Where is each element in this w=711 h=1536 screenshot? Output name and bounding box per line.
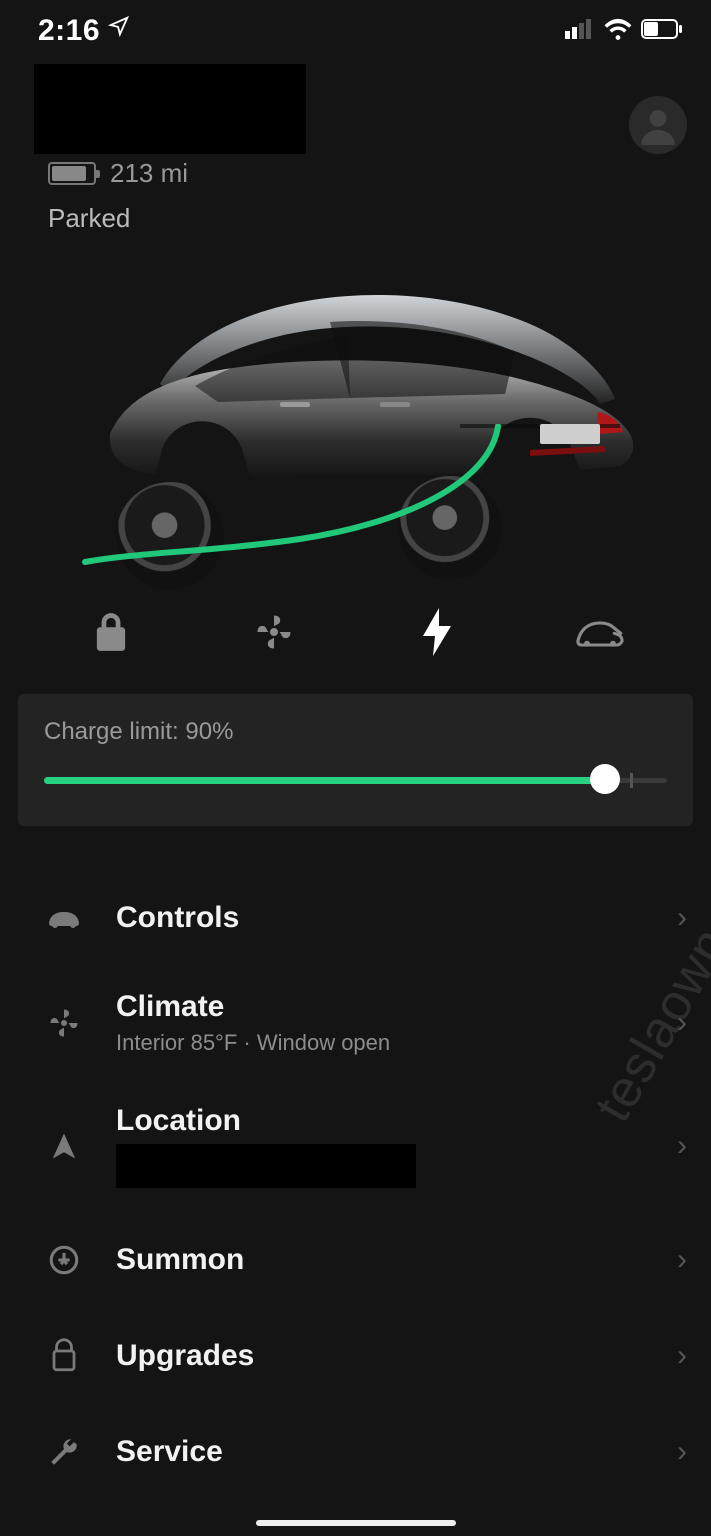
frunk-button[interactable] bbox=[570, 602, 630, 662]
climate-icon bbox=[40, 1005, 88, 1041]
fan-button[interactable] bbox=[244, 602, 304, 662]
chevron-right-icon: › bbox=[677, 1129, 687, 1163]
menu-item-location[interactable]: Location› bbox=[0, 1080, 711, 1212]
vehicle-state: Parked bbox=[48, 203, 687, 234]
menu-item-controls[interactable]: Controls› bbox=[0, 870, 711, 966]
location-services-icon bbox=[108, 15, 130, 43]
profile-avatar[interactable] bbox=[629, 96, 687, 154]
chevron-right-icon: › bbox=[677, 1339, 687, 1373]
chevron-right-icon: › bbox=[677, 901, 687, 935]
summon-icon bbox=[40, 1243, 88, 1277]
charge-button[interactable] bbox=[407, 602, 467, 662]
cellular-signal-icon bbox=[565, 19, 595, 44]
menu-title: Climate bbox=[116, 990, 677, 1024]
range-text: 213 mi bbox=[110, 158, 188, 189]
car-body-icon bbox=[100, 274, 640, 504]
rear-wheel-icon bbox=[398, 476, 502, 580]
home-indicator[interactable] bbox=[256, 1520, 456, 1526]
quick-actions bbox=[0, 594, 711, 694]
controls-icon bbox=[40, 905, 88, 931]
menu-title: Upgrades bbox=[116, 1339, 677, 1373]
vehicle-image bbox=[20, 264, 691, 584]
wifi-icon bbox=[603, 18, 633, 45]
chevron-right-icon: › bbox=[677, 1435, 687, 1469]
charge-limit-card: Charge limit: 90% bbox=[18, 694, 693, 826]
vehicle-name-redacted bbox=[34, 64, 306, 154]
menu-title: Summon bbox=[116, 1243, 677, 1277]
menu-subtitle: Interior 85°F · Window open bbox=[116, 1030, 677, 1056]
service-icon bbox=[40, 1435, 88, 1469]
status-bar: 2:16 bbox=[0, 0, 711, 56]
charge-limit-slider[interactable] bbox=[44, 774, 667, 786]
battery-level-icon bbox=[48, 162, 96, 185]
location-icon bbox=[40, 1129, 88, 1163]
menu-title: Service bbox=[116, 1435, 677, 1469]
vehicle-header: 213 mi Parked bbox=[0, 56, 711, 234]
chevron-right-icon: › bbox=[677, 1243, 687, 1277]
status-time: 2:16 bbox=[38, 14, 100, 48]
battery-status-icon bbox=[641, 19, 683, 44]
chevron-right-icon: › bbox=[677, 1006, 687, 1040]
menu-item-climate[interactable]: Climate Interior 85°F · Window open› bbox=[0, 966, 711, 1080]
menu-item-service[interactable]: Service› bbox=[0, 1404, 711, 1500]
lock-button[interactable] bbox=[81, 602, 141, 662]
upgrades-icon bbox=[40, 1338, 88, 1374]
menu-title: Controls bbox=[116, 901, 677, 935]
menu-sub-redacted bbox=[116, 1144, 416, 1188]
front-wheel-icon bbox=[116, 482, 224, 590]
menu-item-upgrades[interactable]: Upgrades› bbox=[0, 1308, 711, 1404]
main-menu: Controls›ClimateInterior 85°F · Window o… bbox=[0, 870, 711, 1500]
charge-limit-label: Charge limit: 90% bbox=[44, 718, 667, 746]
menu-title: Location bbox=[116, 1104, 677, 1138]
menu-item-summon[interactable]: Summon› bbox=[0, 1212, 711, 1308]
